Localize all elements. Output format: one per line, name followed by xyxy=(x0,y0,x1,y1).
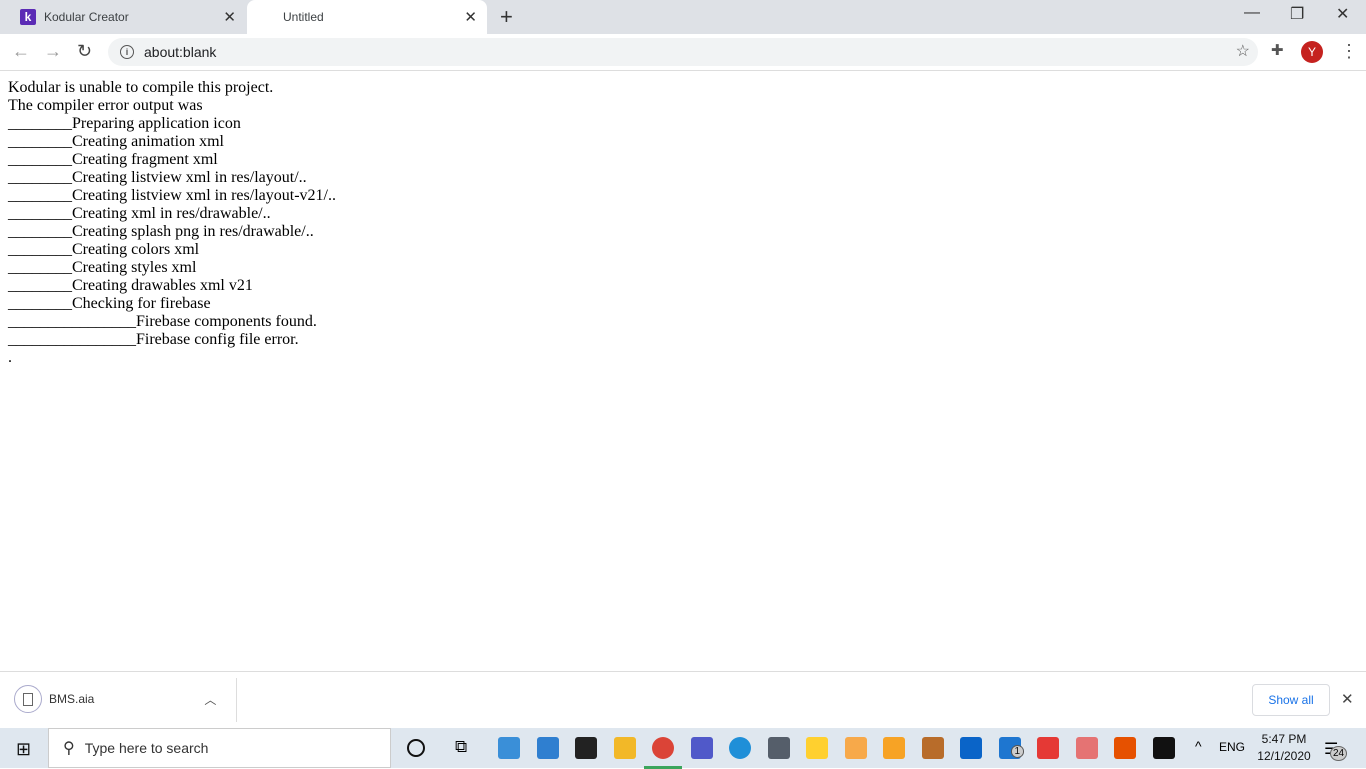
download-item[interactable]: BMS.aia ︿ xyxy=(14,685,216,713)
content-line: ________Checking for firebase xyxy=(8,295,211,312)
mail-taskbar-icon[interactable]: 1 xyxy=(998,737,1025,759)
terminal-taskbar-icon[interactable] xyxy=(1152,737,1175,759)
app-orange-taskbar-icon[interactable] xyxy=(883,737,905,759)
tab-title: Untitled xyxy=(283,10,324,24)
search-icon: ⚲ xyxy=(63,740,75,757)
folder-taskbar-icon[interactable] xyxy=(613,737,636,759)
reload-icon[interactable]: ↻ xyxy=(77,41,92,62)
address-bar[interactable]: i about:blank ☆ xyxy=(108,38,1258,66)
bookmark-star-icon[interactable]: ☆ xyxy=(1236,41,1250,61)
restore-button[interactable]: ❐ xyxy=(1290,4,1304,24)
content-line: ________Creating animation xml xyxy=(8,133,224,150)
download-shelf: BMS.aia ︿ Show all ✕ xyxy=(0,671,1366,728)
page-content: Kodular is unable to compile this projec… xyxy=(8,79,336,367)
calculator-taskbar-icon[interactable] xyxy=(767,737,790,759)
teams-taskbar-icon[interactable] xyxy=(690,737,713,759)
show-all-button[interactable]: Show all xyxy=(1252,684,1330,716)
windows-start-icon[interactable]: ⊞ xyxy=(16,739,31,760)
menu-icon[interactable]: ⋮ xyxy=(1340,41,1358,62)
snip-taskbar-icon[interactable] xyxy=(1075,737,1098,759)
kodular-favicon-icon: k xyxy=(20,9,36,25)
app-face-taskbar-icon[interactable] xyxy=(921,737,944,759)
browser-toolbar: ← → ↻ i about:blank ☆ ✚ Y ⋮ xyxy=(0,34,1366,71)
content-line: ________________Firebase config file err… xyxy=(8,331,299,348)
mail-badge: 1 xyxy=(1010,745,1025,758)
content-line: . xyxy=(8,349,12,366)
close-tab-icon[interactable]: ✕ xyxy=(464,8,477,26)
divider xyxy=(236,678,237,722)
tab-kodular[interactable]: k Kodular Creator ✕ xyxy=(8,0,246,34)
miro-taskbar-icon[interactable] xyxy=(806,737,828,759)
notification-count: 24 xyxy=(1330,746,1348,761)
info-icon[interactable]: i xyxy=(120,45,134,59)
scratch-taskbar-icon[interactable] xyxy=(844,737,867,759)
content-line: ________Creating colors xml xyxy=(8,241,200,258)
app-red-taskbar-icon[interactable] xyxy=(1037,737,1059,759)
content-line: ________________Firebase components foun… xyxy=(8,313,317,330)
content-line: ________Creating listview xml in res/lay… xyxy=(8,169,307,186)
content-line: ________Creating splash png in res/drawa… xyxy=(8,223,314,240)
forward-icon[interactable]: → xyxy=(44,41,62,62)
outlook-taskbar-icon[interactable] xyxy=(960,737,982,759)
date: 12/1/2020 xyxy=(1257,749,1311,763)
profile-avatar[interactable]: Y xyxy=(1301,41,1323,63)
search-placeholder: Type here to search xyxy=(84,740,209,756)
task-view-icon[interactable]: ⧉ xyxy=(455,737,467,757)
chrome-taskbar-icon[interactable] xyxy=(644,737,682,769)
close-shelf-icon[interactable]: ✕ xyxy=(1341,690,1354,708)
time: 5:47 PM xyxy=(1261,732,1307,746)
content-line: ________Creating styles xml xyxy=(8,259,197,276)
clock[interactable]: 5:47 PM 12/1/2020 xyxy=(1254,731,1314,765)
close-window-button[interactable]: ✕ xyxy=(1336,4,1349,24)
content-line: ________Preparing application icon xyxy=(8,115,241,132)
chevron-up-icon[interactable]: ︿ xyxy=(204,691,216,708)
control-panel-taskbar-icon[interactable] xyxy=(536,737,559,759)
content-line: ________Creating drawables xml v21 xyxy=(8,277,253,294)
language-indicator[interactable]: ENG xyxy=(1219,740,1245,754)
back-icon[interactable]: ← xyxy=(12,41,30,62)
tab-untitled[interactable]: Untitled ✕ xyxy=(247,0,487,34)
tab-title: Kodular Creator xyxy=(44,10,129,24)
taskbar-search[interactable]: ⚲ Type here to search xyxy=(48,728,391,768)
taskbar: ⊞ ⚲ Type here to search ⧉ 1 ^ ENG 5:47 P… xyxy=(0,728,1366,769)
cortana-icon[interactable] xyxy=(407,739,425,757)
file-icon xyxy=(14,685,42,713)
url-text: about:blank xyxy=(144,44,217,60)
paint-taskbar-icon[interactable] xyxy=(1114,737,1136,759)
content-line: ________Creating xml in res/drawable/.. xyxy=(8,205,271,222)
content-line: ________Creating fragment xml xyxy=(8,151,218,168)
close-tab-icon[interactable]: ✕ xyxy=(223,8,236,26)
content-line: Kodular is unable to compile this projec… xyxy=(8,79,274,96)
download-filename: BMS.aia xyxy=(49,692,95,706)
edge-taskbar-icon[interactable] xyxy=(729,737,751,759)
content-line: The compiler error output was xyxy=(8,97,203,114)
new-tab-button[interactable]: + xyxy=(500,4,513,30)
store-taskbar-icon[interactable] xyxy=(575,737,597,759)
extensions-icon[interactable]: ✚ xyxy=(1271,41,1284,59)
content-line: ________Creating listview xml in res/lay… xyxy=(8,187,336,204)
chevron-up-icon[interactable]: ^ xyxy=(1195,738,1202,754)
tab-strip: k Kodular Creator ✕ Untitled ✕ + — ❐ ✕ xyxy=(0,0,1366,34)
minimize-button[interactable]: — xyxy=(1244,4,1260,22)
file-explorer-taskbar-icon[interactable] xyxy=(498,737,520,759)
